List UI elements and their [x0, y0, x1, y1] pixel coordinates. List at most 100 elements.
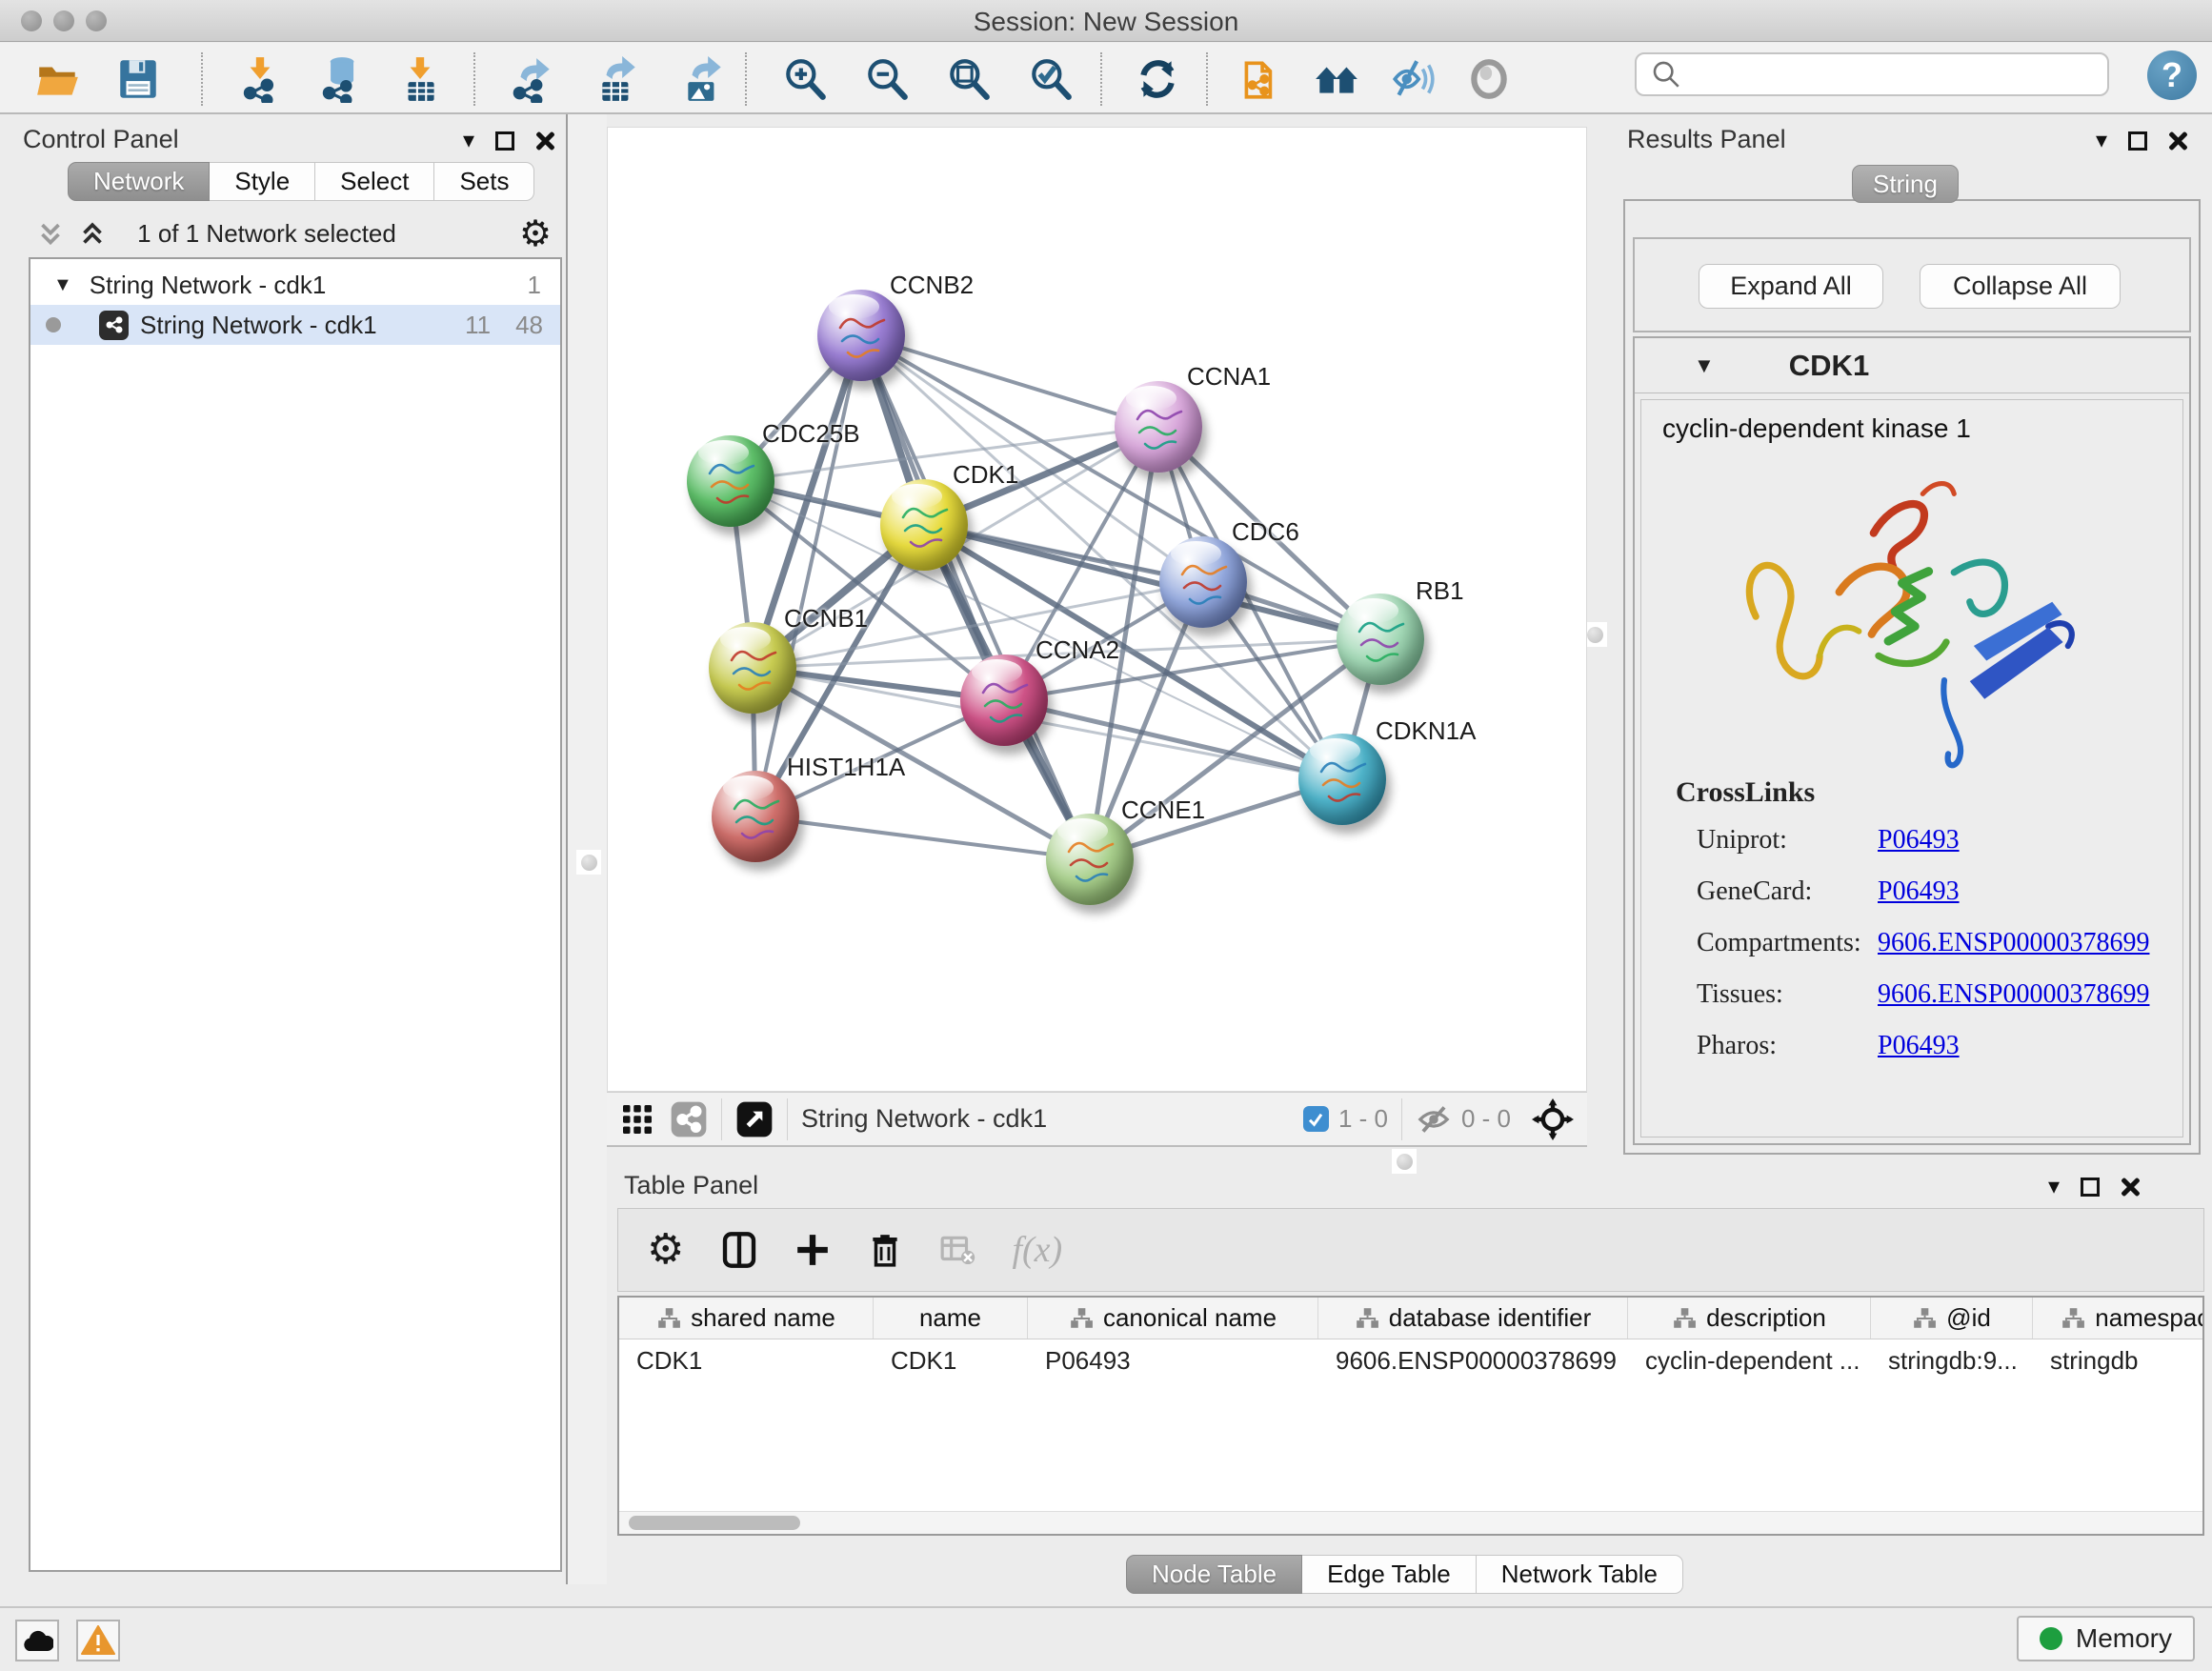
node-result-header[interactable]: ▼ CDK1 — [1635, 338, 2189, 393]
column-header-description[interactable]: description — [1628, 1298, 1871, 1339]
column-header-canonical-name[interactable]: canonical name — [1028, 1298, 1318, 1339]
zoom-in-icon[interactable] — [781, 55, 829, 103]
table-cell[interactable]: cyclin-dependent ... — [1628, 1339, 1871, 1381]
show-columns-icon[interactable] — [720, 1231, 758, 1269]
table-cell[interactable]: CDK1 — [619, 1339, 874, 1381]
zoom-selected-icon[interactable] — [1027, 55, 1075, 103]
refresh-icon[interactable] — [1134, 55, 1181, 103]
lens-icon[interactable] — [1465, 55, 1513, 103]
tab-string[interactable]: String — [1852, 165, 1959, 203]
network-list: ▼ String Network - cdk1 1 String Network… — [29, 257, 562, 1572]
network-edge[interactable] — [1004, 700, 1342, 779]
entry-disclosure-icon[interactable]: ▼ — [1694, 353, 1715, 378]
expand-all-button[interactable]: Expand All — [1699, 264, 1883, 309]
crosslink-link[interactable]: P06493 — [1878, 876, 1960, 907]
column-header-namespace[interactable]: namespace — [2033, 1298, 2204, 1339]
table-cell[interactable]: 9606.ENSP00000378699 — [1318, 1339, 1628, 1381]
import-table-icon[interactable] — [396, 55, 444, 103]
tab-edge-table[interactable]: Edge Table — [1302, 1555, 1477, 1594]
help-button[interactable]: ? — [2147, 50, 2197, 100]
share-view-icon[interactable] — [670, 1100, 708, 1138]
network-edge[interactable] — [755, 816, 1090, 859]
bottom-splitter-knob[interactable] — [1392, 1149, 1417, 1174]
network-node-ccna2[interactable] — [960, 654, 1048, 746]
show-hide-graphics-details-icon[interactable] — [1389, 55, 1437, 103]
scrollbar-thumb[interactable] — [629, 1516, 800, 1530]
network-node-hist1h1a[interactable] — [712, 771, 799, 862]
tab-network[interactable]: Network — [68, 162, 210, 201]
tab-network-table[interactable]: Network Table — [1477, 1555, 1683, 1594]
network-node-ccnb1[interactable] — [709, 622, 796, 714]
tab-sets[interactable]: Sets — [434, 162, 534, 201]
cloud-icon — [21, 1627, 53, 1654]
tab-node-table[interactable]: Node Table — [1126, 1555, 1302, 1594]
export-image-icon[interactable] — [680, 55, 728, 103]
column-header-database-identifier[interactable]: database identifier — [1318, 1298, 1628, 1339]
save-session-icon[interactable] — [114, 55, 162, 103]
import-network-from-database-icon[interactable] — [316, 55, 364, 103]
column-type-icon — [1672, 1307, 1697, 1330]
export-network-icon[interactable] — [509, 55, 556, 103]
network-node-ccnb2[interactable] — [817, 290, 905, 381]
control-panel-close-icon[interactable] — [535, 131, 554, 151]
zoom-fit-icon[interactable] — [945, 55, 993, 103]
results-panel-float-icon[interactable] — [2128, 131, 2147, 151]
table-panel-close-icon[interactable] — [2121, 1178, 2140, 1197]
birds-eye-view-icon[interactable] — [1532, 1098, 1574, 1140]
grid-view-icon[interactable] — [620, 1102, 654, 1137]
warnings-button[interactable] — [76, 1620, 120, 1661]
cloud-button[interactable] — [15, 1620, 59, 1661]
crosslink-link[interactable]: 9606.ENSP00000378699 — [1878, 979, 2149, 1010]
import-network-icon[interactable] — [236, 55, 284, 103]
network-row[interactable]: String Network - cdk1 11 48 — [30, 305, 560, 345]
crosslink-link[interactable]: P06493 — [1878, 825, 1960, 856]
collection-disclosure-icon[interactable]: ▼ — [53, 274, 72, 296]
search-input[interactable] — [1690, 60, 2107, 90]
results-panel-close-icon[interactable] — [2168, 131, 2187, 151]
table-cell[interactable]: stringdb:9... — [1871, 1339, 2033, 1381]
network-node-ccne1[interactable] — [1046, 814, 1134, 905]
control-panel-float-icon[interactable] — [495, 131, 514, 151]
delete-column-icon[interactable] — [867, 1232, 903, 1268]
table-panel-float-icon[interactable] — [2081, 1178, 2100, 1197]
network-node-cdkn1a[interactable] — [1298, 734, 1386, 825]
add-column-icon[interactable] — [794, 1232, 831, 1268]
network-node-cdc25b[interactable] — [687, 435, 774, 527]
results-panel-menu-icon[interactable]: ▾ — [2096, 127, 2107, 154]
network-canvas[interactable]: CCNB2 CCNA1 CDC25B CDK1 — [607, 127, 1587, 1092]
network-node-ccna1[interactable] — [1115, 381, 1202, 473]
string-home-icon[interactable] — [1313, 55, 1360, 103]
control-panel-menu-icon[interactable]: ▾ — [463, 127, 474, 154]
table-cell[interactable]: CDK1 — [874, 1339, 1028, 1381]
open-in-new-window-icon[interactable] — [735, 1100, 774, 1138]
table-cell[interactable]: P06493 — [1028, 1339, 1318, 1381]
table-cell[interactable]: stringdb — [2033, 1339, 2204, 1381]
string-protein-query-icon[interactable] — [1237, 55, 1284, 103]
table-horizontal-scrollbar[interactable] — [619, 1511, 2202, 1534]
network-node-cdc6[interactable] — [1159, 536, 1247, 628]
crosslink-link[interactable]: 9606.ENSP00000378699 — [1878, 928, 2149, 958]
column-type-icon — [2061, 1307, 2085, 1330]
column-header-shared-name[interactable]: shared name — [619, 1298, 874, 1339]
table-panel-menu-icon[interactable]: ▾ — [2048, 1173, 2060, 1200]
left-splitter-knob[interactable] — [576, 850, 601, 875]
network-node-rb1[interactable] — [1337, 594, 1424, 685]
node-label-ccnb2: CCNB2 — [890, 271, 974, 300]
table-settings-gear-icon[interactable]: ⚙ — [647, 1229, 684, 1271]
export-table-icon[interactable] — [594, 55, 642, 103]
network-options-gear-icon[interactable]: ⚙ — [519, 212, 552, 255]
network-collection-row[interactable]: ▼ String Network - cdk1 1 — [30, 265, 560, 305]
tab-select[interactable]: Select — [315, 162, 434, 201]
collapse-all-button[interactable]: Collapse All — [1920, 264, 2121, 309]
column-header-@id[interactable]: @id — [1871, 1298, 2033, 1339]
network-node-cdk1[interactable] — [880, 479, 968, 571]
open-session-icon[interactable] — [34, 55, 82, 103]
selected-checkbox[interactable] — [1303, 1106, 1329, 1132]
memory-button[interactable]: Memory — [2017, 1616, 2195, 1661]
crosslink-link[interactable]: P06493 — [1878, 1031, 1960, 1061]
network-edge[interactable] — [755, 335, 861, 816]
column-header-name[interactable]: name — [874, 1298, 1028, 1339]
hidden-eye-icon[interactable] — [1416, 1101, 1452, 1137]
tab-style[interactable]: Style — [210, 162, 315, 201]
zoom-out-icon[interactable] — [863, 55, 911, 103]
